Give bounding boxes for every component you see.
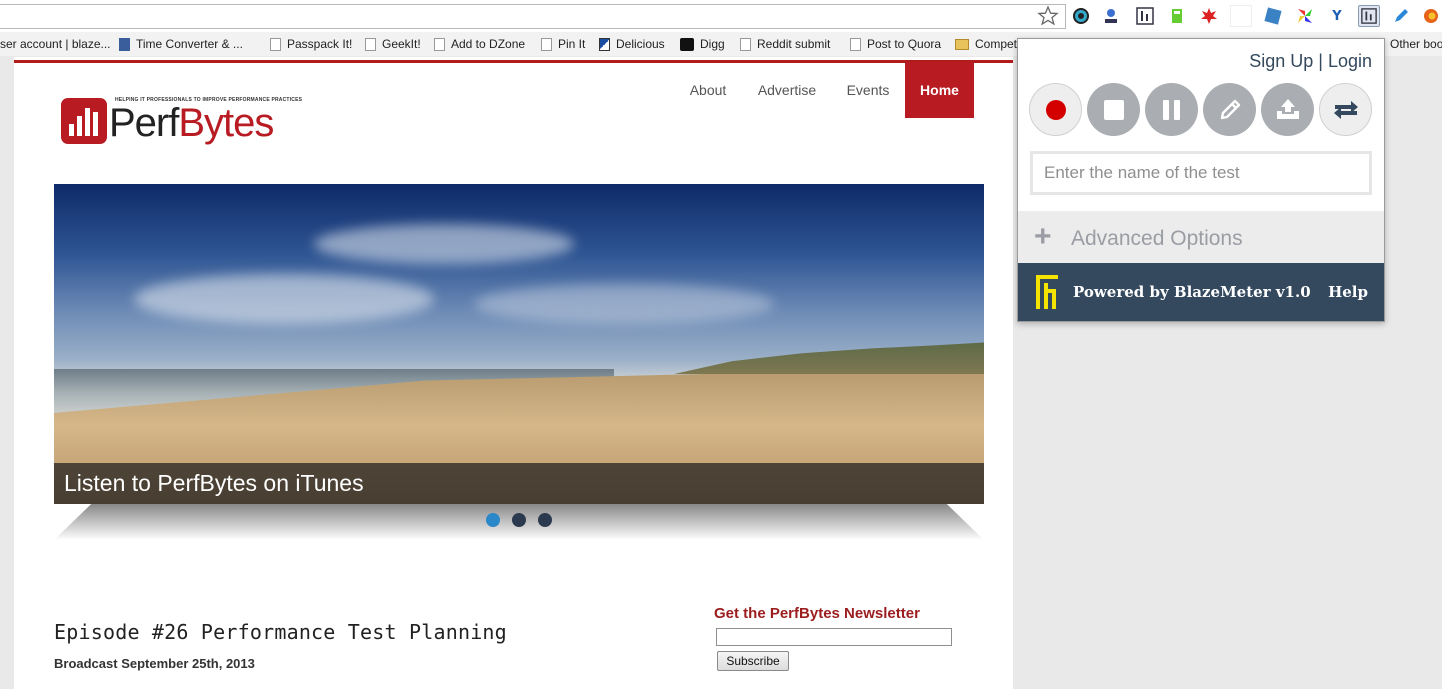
page-icon — [434, 37, 445, 51]
plus-icon: + — [1034, 220, 1052, 253]
stop-button[interactable] — [1087, 83, 1140, 136]
blank-icon[interactable] — [1230, 5, 1252, 27]
bookmark-item[interactable]: Add to DZone — [434, 35, 525, 53]
web-page: HELPING IT PROFESSIONALS TO IMPROVE PERF… — [14, 57, 1013, 689]
bookmark-label: Passpack It! — [287, 37, 353, 51]
newsletter-email-input[interactable] — [716, 628, 952, 646]
page-icon — [850, 37, 861, 51]
browser-toolbar: Y — [0, 0, 1442, 32]
slider-caption[interactable]: Listen to PerfBytes on iTunes — [64, 470, 364, 497]
bookmark-folder[interactable]: Compet — [955, 35, 1017, 53]
pause-icon — [1163, 99, 1180, 120]
bookmark-label: Digg — [700, 37, 725, 51]
cloud — [134, 274, 434, 324]
hero-slider[interactable]: Listen to PerfBytes on iTunes — [54, 184, 984, 504]
powered-by-label: Powered by BlazeMeter v1.0 — [1073, 283, 1311, 301]
page-icon — [740, 37, 751, 51]
bookmark-star-icon[interactable] — [1036, 4, 1060, 28]
bookmark-item[interactable]: Time Converter & ... — [119, 35, 243, 53]
subscribe-button[interactable]: Subscribe — [717, 651, 789, 671]
page-icon — [541, 37, 552, 51]
pen-icon[interactable] — [1390, 5, 1412, 27]
bar-chart-logo-icon — [61, 98, 107, 144]
browser-window: Y ser account | blaze... Time Converter … — [0, 0, 1442, 689]
blazemeter-icon[interactable] — [1134, 5, 1156, 27]
bookmark-item[interactable]: Pin It — [541, 35, 585, 53]
bookmark-label: GeekIt! — [382, 37, 421, 51]
logo-wordmark: PerfBytes — [109, 101, 274, 146]
v-icon[interactable]: Y — [1326, 5, 1348, 27]
auth-separator: | — [1318, 51, 1323, 71]
logo-bytes: Bytes — [178, 101, 274, 145]
bookmark-item[interactable]: ser account | blaze... — [0, 35, 111, 53]
blazemeter-logo-icon — [1036, 275, 1058, 309]
bookmark-label: Post to Quora — [867, 37, 942, 51]
episode-title[interactable]: Episode #26 Performance Test Planning — [54, 620, 507, 644]
bookmark-item[interactable]: Passpack It! — [270, 35, 352, 53]
bookmark-label: ser account | blaze... — [0, 37, 111, 51]
bookmark-item[interactable]: GeekIt! — [365, 35, 421, 53]
upload-button[interactable] — [1261, 83, 1314, 136]
login-link[interactable]: Login — [1328, 51, 1372, 71]
star-burst-icon[interactable] — [1198, 5, 1220, 27]
puzzle-icon[interactable] — [1262, 5, 1284, 27]
bookmark-item[interactable]: Post to Quora — [850, 35, 941, 53]
clock-icon — [119, 37, 130, 51]
pinwheel-icon[interactable] — [1294, 5, 1316, 27]
stop-icon — [1103, 99, 1124, 120]
bookmark-item[interactable]: Digg — [680, 35, 725, 53]
newsletter-title: Get the PerfBytes Newsletter — [714, 605, 920, 622]
pause-button[interactable] — [1145, 83, 1198, 136]
address-bar[interactable] — [0, 4, 1066, 29]
firefox-icon[interactable] — [1420, 5, 1442, 27]
blazemeter-popup: Sign Up | Login Enter the name of the te… — [1017, 38, 1385, 322]
bookmark-item[interactable]: Reddit submit — [740, 35, 830, 53]
bookmark-label: Add to DZone — [451, 37, 526, 51]
folder-icon — [955, 38, 969, 50]
page-icon — [365, 37, 376, 51]
cloud — [314, 224, 574, 264]
help-link[interactable]: Help — [1328, 283, 1368, 301]
blazemeter-active-icon[interactable] — [1358, 5, 1380, 27]
episode-date: Broadcast September 25th, 2013 — [54, 656, 255, 671]
auth-links: Sign Up | Login — [1249, 51, 1372, 72]
nav-home[interactable]: Home — [905, 62, 974, 118]
evernote-icon[interactable] — [1166, 5, 1188, 27]
sync-arrows-icon — [1333, 100, 1358, 119]
slider-dot-3[interactable] — [538, 513, 552, 527]
slider-dot-1[interactable] — [486, 513, 500, 527]
nav-about[interactable]: About — [676, 62, 740, 118]
advanced-options-label: Advanced Options — [1071, 227, 1243, 250]
delicious-icon — [599, 37, 610, 51]
bookmark-label: Pin It — [558, 37, 586, 51]
bookmark-label: Time Converter & ... — [136, 37, 243, 51]
bookmark-item[interactable]: Delicious — [599, 35, 665, 53]
test-name-input[interactable] — [1030, 151, 1372, 195]
page-icon — [270, 37, 281, 51]
digg-icon — [680, 37, 694, 51]
chrome-color-icon[interactable] — [1070, 5, 1092, 27]
slider-dot-2[interactable] — [512, 513, 526, 527]
advanced-options-toggle[interactable]: + Advanced Options — [1018, 211, 1384, 263]
bookmark-label: Other book — [1390, 37, 1442, 51]
slider-caption-bar: Listen to PerfBytes on iTunes — [54, 463, 984, 504]
bookmark-label: Reddit submit — [757, 37, 831, 51]
edit-button[interactable] — [1203, 83, 1256, 136]
download-icon[interactable] — [1100, 5, 1122, 27]
nav-events[interactable]: Events — [836, 62, 900, 118]
bookmark-label: Compet — [975, 37, 1018, 51]
perfbytes-logo[interactable]: HELPING IT PROFESSIONALS TO IMPROVE PERF… — [61, 95, 321, 149]
bookmark-label: Delicious — [616, 37, 665, 51]
upload-icon — [1276, 98, 1299, 119]
cloud — [474, 284, 774, 324]
nav-advertise[interactable]: Advertise — [750, 62, 824, 118]
pencil-icon — [1220, 99, 1240, 119]
sync-button[interactable] — [1319, 83, 1372, 136]
sign-up-link[interactable]: Sign Up — [1249, 51, 1313, 71]
record-button[interactable] — [1029, 83, 1082, 136]
popup-footer: Powered by BlazeMeter v1.0 Help — [1018, 263, 1384, 321]
record-icon — [1045, 99, 1066, 120]
logo-perf: Perf — [109, 101, 179, 145]
